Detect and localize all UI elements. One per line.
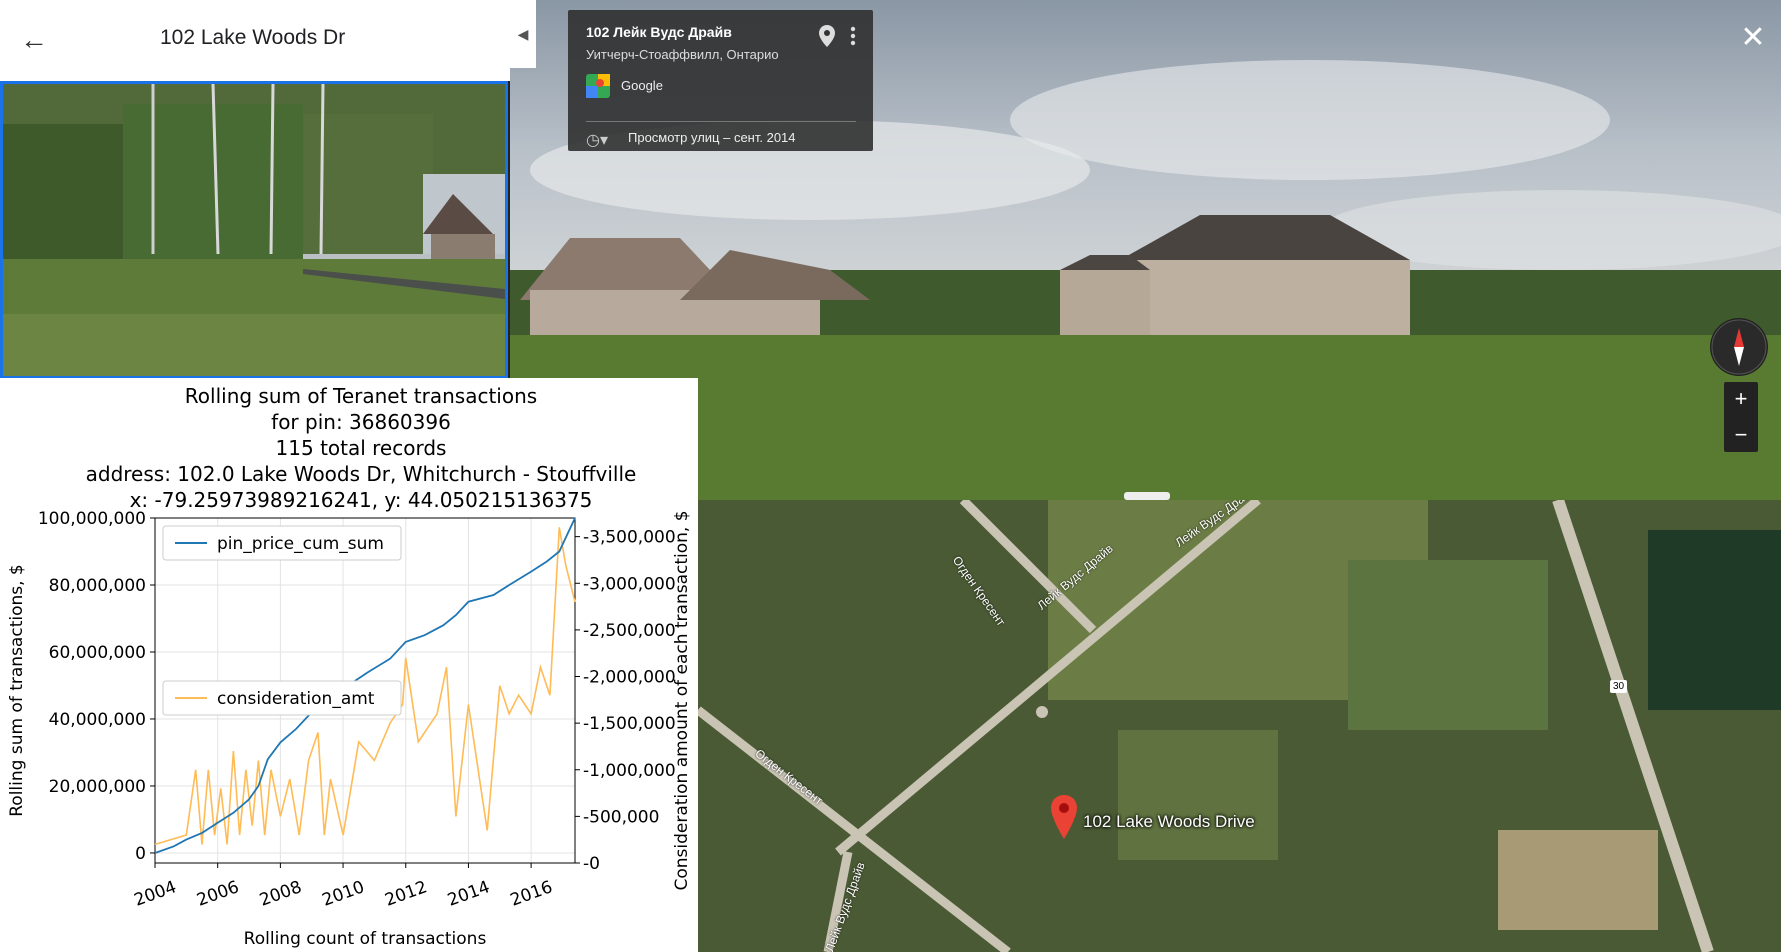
location-pin-icon[interactable] (818, 24, 836, 48)
arrow-left-icon[interactable]: ← (16, 22, 52, 58)
y-tick-label: 0 (135, 844, 146, 864)
close-icon[interactable]: ✕ (1735, 20, 1771, 56)
x-axis-label: Rolling count of transactions (244, 929, 487, 949)
y2-tick-label: -3,500,000 (583, 528, 676, 548)
x-tick-label: 2016 (508, 877, 555, 911)
x-tick-label: 2014 (445, 877, 492, 911)
legend-label: consideration_amt (217, 689, 375, 709)
map-marker-icon[interactable] (1050, 794, 1078, 840)
street-view-address: 102 Лейк Вудс Драйв (586, 24, 732, 40)
zoom-control: + − (1724, 382, 1758, 452)
y-tick-label: 60,000,000 (49, 643, 146, 663)
legend-label: pin_price_cum_sum (217, 534, 384, 554)
y2-tick-label: -0 (583, 854, 600, 874)
thumbnail-image (3, 84, 505, 376)
google-maps-icon (586, 74, 610, 98)
y2-tick-label: -1,000,000 (583, 761, 676, 781)
street-view-info-card: 102 Лейк Вудс Драйв Уитчерч-Стоаффвилл, … (568, 10, 873, 151)
y-tick-label: 20,000,000 (49, 777, 146, 797)
street-view-locality: Уитчерч-Стоаффвилл, Онтарио (586, 47, 779, 62)
x-tick-label: 2004 (132, 877, 179, 911)
y-tick-label: 80,000,000 (49, 576, 146, 596)
zoom-out-button[interactable]: − (1724, 418, 1758, 452)
divider (586, 121, 856, 122)
y2-tick-label: -2,000,000 (583, 668, 676, 688)
y-axis-label: Rolling sum of transactions, $ (7, 564, 27, 817)
resize-handle[interactable] (1124, 492, 1170, 500)
zoom-in-button[interactable]: + (1724, 382, 1758, 416)
more-vert-icon[interactable] (848, 24, 858, 48)
x-tick-label: 2010 (320, 877, 367, 911)
y2-tick-label: -1,500,000 (583, 714, 676, 734)
x-tick-label: 2008 (257, 877, 304, 911)
provider-label: Google (621, 78, 663, 93)
y-tick-label: 40,000,000 (49, 710, 146, 730)
place-title: 102 Lake Woods Dr (160, 26, 346, 49)
street-view-thumbnail[interactable] (0, 81, 508, 379)
x-tick-label: 2006 (194, 877, 241, 911)
teranet-chart: Rolling sum of Teranet transactions for … (0, 378, 698, 952)
capture-date: Просмотр улиц – сент. 2014 (628, 130, 796, 145)
y2-tick-label: -2,500,000 (583, 621, 676, 641)
route-shield: 30 (1610, 680, 1628, 693)
satellite-map[interactable]: Огден Кресент Лейк Вудс Драйв Лейк Вудс … (698, 500, 1781, 952)
history-clock-icon[interactable]: ◷▾ (586, 130, 616, 150)
y-tick-label: 100,000,000 (38, 509, 146, 529)
y2-tick-label: -500,000 (583, 807, 659, 827)
y2-tick-label: -3,000,000 (583, 574, 676, 594)
compass-icon[interactable] (1710, 318, 1768, 376)
collapse-panel-button[interactable]: ◀ (510, 0, 536, 68)
map-marker-label: 102 Lake Woods Drive (1083, 812, 1255, 831)
place-header: ← 102 Lake Woods Dr (0, 0, 510, 81)
x-tick-label: 2012 (382, 877, 429, 911)
chart-plot: 2004 2006 2008 2010 2012 2014 2016 0 20,000,000 4… (7, 509, 692, 949)
y2-axis-label: Consideration amount of each transaction… (672, 510, 692, 890)
